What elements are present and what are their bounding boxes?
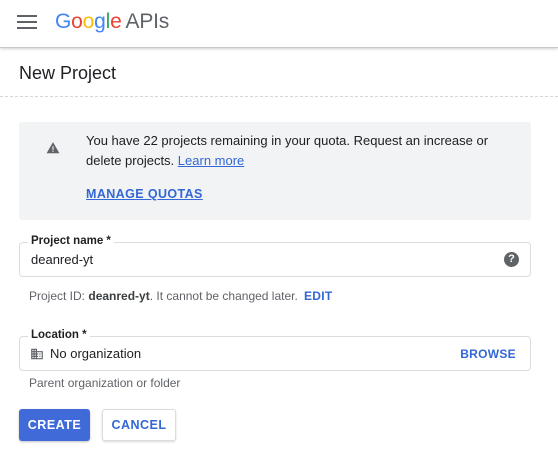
page-header: New Project xyxy=(0,50,558,97)
logo-letter: o xyxy=(82,10,95,33)
logo-letter: G xyxy=(55,10,72,33)
cancel-button[interactable]: CANCEL xyxy=(102,409,176,441)
quota-message: You have 22 projects remaining in your q… xyxy=(86,131,506,171)
location-label: Location * xyxy=(28,329,90,341)
top-app-bar: Google APIs xyxy=(0,0,558,48)
browse-button[interactable]: BROWSE xyxy=(460,347,516,361)
learn-more-link[interactable]: Learn more xyxy=(178,153,244,168)
project-name-field[interactable]: Project name * deanred-yt ? xyxy=(19,235,531,277)
apis-logo-text: APIs xyxy=(125,10,170,33)
project-name-label: Project name * xyxy=(28,235,114,247)
warning-icon xyxy=(46,142,60,154)
create-button[interactable]: CREATE xyxy=(19,409,90,441)
google-apis-logo[interactable]: Google APIs xyxy=(55,10,169,34)
project-id-value: deanred-yt xyxy=(88,289,150,303)
logo-letter: e xyxy=(110,10,122,33)
hamburger-menu-icon[interactable] xyxy=(17,15,37,31)
quota-notice: You have 22 projects remaining in your q… xyxy=(19,122,531,220)
edit-project-id-button[interactable]: EDIT xyxy=(304,289,333,303)
project-name-input[interactable]: deanred-yt xyxy=(31,252,93,267)
location-value: No organization xyxy=(50,346,142,361)
logo-letter: g xyxy=(94,10,106,33)
location-field[interactable]: Location * No organization BROWSE xyxy=(19,329,531,371)
logo-letter: o xyxy=(71,10,83,33)
project-id-prefix: Project ID: xyxy=(29,289,86,303)
page-title: New Project xyxy=(19,63,117,83)
google-logo-text: Google xyxy=(55,10,122,33)
organization-icon xyxy=(31,348,43,360)
location-helper-text: Parent organization or folder xyxy=(29,376,181,390)
project-id-hint: Project ID: deanred-yt. It cannot be cha… xyxy=(29,289,298,303)
manage-quotas-link[interactable]: MANAGE QUOTAS xyxy=(86,187,203,201)
quota-message-text: You have 22 projects remaining in your q… xyxy=(86,133,489,168)
project-id-suffix: . It cannot be changed later. xyxy=(149,289,298,303)
help-icon[interactable]: ? xyxy=(504,252,519,267)
